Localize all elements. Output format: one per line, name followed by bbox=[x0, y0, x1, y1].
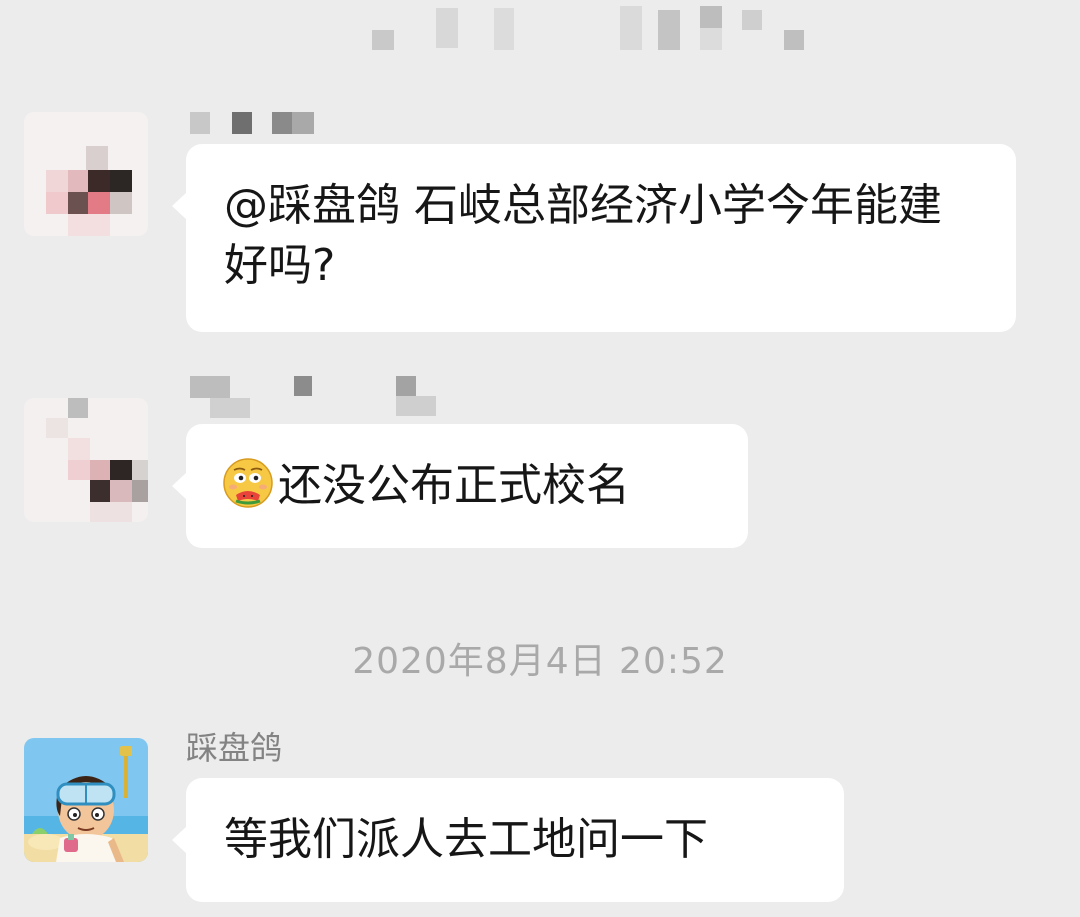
sender-name: 踩盘鸽 bbox=[186, 729, 283, 767]
message-text: @踩盘鸽 石岐总部经济小学今年能建好吗? bbox=[224, 180, 942, 291]
sender-name-pixelated bbox=[190, 376, 440, 420]
message-bubble[interactable]: @踩盘鸽 石岐总部经济小学今年能建好吗? bbox=[172, 144, 1016, 332]
header-title-pixelated bbox=[370, 0, 810, 60]
avatar-pixelated[interactable] bbox=[24, 398, 148, 522]
message-bubble[interactable]: 等我们派人去工地问一下 bbox=[172, 778, 844, 902]
avatar-cartoon[interactable] bbox=[24, 738, 148, 862]
avatar-pixelated[interactable] bbox=[24, 112, 148, 236]
message-timestamp: 2020年8月4日 20:52 bbox=[352, 641, 728, 682]
sender-name-pixelated bbox=[190, 112, 320, 136]
message-bubble[interactable]: 还没公布正式校名 bbox=[172, 424, 748, 548]
cartoon-snorkel-man-icon bbox=[24, 738, 148, 862]
chat-screen: @踩盘鸽 石岐总部经济小学今年能建好吗? 还没公布正式校名 2020年8月4日 … bbox=[0, 0, 1080, 917]
message-text: 还没公布正式校名 bbox=[278, 460, 630, 511]
eating-watermelon-emoji bbox=[223, 458, 273, 508]
message-text: 等我们派人去工地问一下 bbox=[224, 814, 708, 865]
